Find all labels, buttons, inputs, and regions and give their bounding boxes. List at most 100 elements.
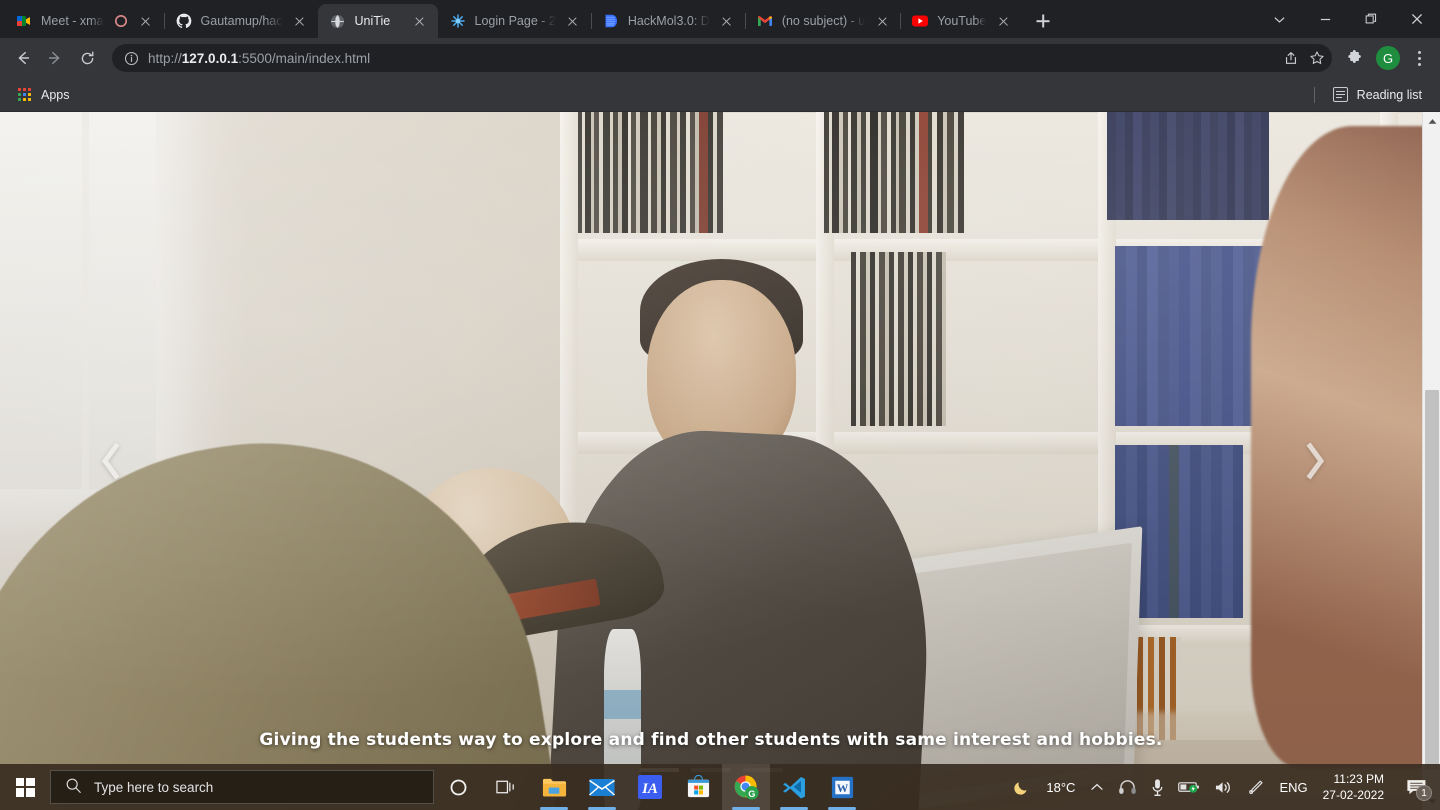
tab-close-button[interactable] xyxy=(412,13,428,29)
cortana-button[interactable] xyxy=(434,764,482,810)
taskbar-app-microsoft-word[interactable]: W xyxy=(818,764,866,810)
browser-tab-login-page[interactable]: Login Page - 2 xyxy=(438,4,592,38)
tab-close-button[interactable] xyxy=(995,13,1011,29)
taskbar-search-placeholder: Type here to search xyxy=(94,779,214,795)
browser-tab-github[interactable]: Gautamup/hac xyxy=(164,4,319,38)
bookmark-star-icon[interactable] xyxy=(1308,49,1326,67)
taskbar-app-file-explorer[interactable] xyxy=(530,764,578,810)
extensions-puzzle-icon[interactable] xyxy=(1340,43,1370,73)
scroll-up-arrow-icon[interactable] xyxy=(1423,112,1440,130)
reading-list-button[interactable]: Reading list xyxy=(1325,84,1430,105)
tab-close-button[interactable] xyxy=(138,13,154,29)
notification-badge: 1 xyxy=(1416,785,1432,801)
taskbar-app-mail[interactable] xyxy=(578,764,626,810)
web-page-content: Giving the students way to explore and f… xyxy=(0,112,1422,810)
back-button[interactable] xyxy=(8,43,38,73)
windows-taskbar: Type here to search IA G W 18°C ENG 11:2… xyxy=(0,764,1440,810)
carousel-next-button[interactable] xyxy=(1292,438,1338,484)
address-bar[interactable]: http://127.0.0.1:5500/main/index.html xyxy=(112,44,1332,72)
notification-center-button[interactable]: 1 xyxy=(1394,764,1438,810)
browser-toolbar: http://127.0.0.1:5500/main/index.html G xyxy=(0,38,1440,78)
record-indicator-icon xyxy=(113,13,129,29)
page-viewport: Giving the students way to explore and f… xyxy=(0,112,1440,810)
minimize-button[interactable] xyxy=(1302,0,1348,38)
forward-button[interactable] xyxy=(40,43,70,73)
start-button[interactable] xyxy=(0,764,50,810)
bookmark-apps[interactable]: Apps xyxy=(10,85,78,105)
bookmarks-bar-right: Reading list xyxy=(1313,84,1430,105)
carousel-prev-button[interactable] xyxy=(88,438,134,484)
svg-text:G: G xyxy=(748,788,755,798)
battery-icon[interactable] xyxy=(1171,764,1207,810)
tab-close-button[interactable] xyxy=(719,13,735,29)
tab-title: UniTie xyxy=(354,14,391,28)
microphone-icon[interactable] xyxy=(1144,764,1171,810)
close-window-button[interactable] xyxy=(1394,0,1440,38)
taskbar-app-google-chrome[interactable]: G xyxy=(722,764,770,810)
search-icon xyxy=(65,777,82,797)
github-icon xyxy=(176,13,192,29)
gmail-icon xyxy=(757,13,773,29)
taskbar-clock[interactable]: 11:23 PM 27-02-2022 xyxy=(1315,764,1394,810)
tab-close-button[interactable] xyxy=(565,13,581,29)
tab-close-button[interactable] xyxy=(874,13,890,29)
browser-tab-meet[interactable]: Meet - xma xyxy=(4,4,165,38)
taskbar-app-ia-writer[interactable]: IA xyxy=(626,764,674,810)
headphones-icon[interactable] xyxy=(1111,764,1144,810)
tab-title: HackMol3.0: D xyxy=(627,14,710,28)
clock-time: 11:23 PM xyxy=(1333,771,1384,786)
reading-list-label: Reading list xyxy=(1356,87,1422,102)
carousel-caption: Giving the students way to explore and f… xyxy=(259,730,1163,750)
windows-logo-icon xyxy=(15,777,35,797)
tab-title: YouTube xyxy=(937,14,987,28)
maximize-restore-button[interactable] xyxy=(1348,0,1394,38)
hero-carousel: Giving the students way to explore and f… xyxy=(0,112,1422,810)
reading-list-icon xyxy=(1332,87,1348,102)
task-view-button[interactable] xyxy=(482,764,530,810)
weather-moon-icon[interactable] xyxy=(1005,764,1038,810)
clock-date: 27-02-2022 xyxy=(1322,788,1384,802)
globe-icon xyxy=(330,13,346,29)
address-bar-url: http://127.0.0.1:5500/main/index.html xyxy=(148,50,371,66)
reload-button[interactable] xyxy=(72,43,102,73)
tab-close-button[interactable] xyxy=(292,13,308,29)
tab-search-chevron-down-icon[interactable] xyxy=(1256,0,1302,38)
browser-tab-hackmol[interactable]: HackMol3.0: D xyxy=(591,4,746,38)
new-tab-button[interactable] xyxy=(1029,7,1057,35)
tab-title: Meet - xma xyxy=(41,14,104,28)
page-scrollbar[interactable] xyxy=(1422,112,1440,810)
browser-menu-icon[interactable] xyxy=(1406,43,1432,73)
apps-grid-icon xyxy=(18,87,32,102)
tab-list: Meet - xma Gautamup/hac UniTie Login Pag… xyxy=(4,0,1057,38)
hero-photo-students-library xyxy=(0,112,1422,810)
browser-window: Meet - xma Gautamup/hac UniTie Login Pag… xyxy=(0,0,1440,810)
tab-title: Gautamup/hac xyxy=(200,14,283,28)
weather-temperature[interactable]: 18°C xyxy=(1038,780,1083,795)
taskbar-search-box[interactable]: Type here to search xyxy=(50,770,434,804)
browser-tab-youtube[interactable]: YouTube xyxy=(900,4,1021,38)
google-meet-icon xyxy=(16,13,32,29)
bookmarks-bar: Apps Reading list xyxy=(0,78,1440,112)
profile-avatar[interactable]: G xyxy=(1376,46,1400,70)
asterisk-icon xyxy=(450,13,466,29)
volume-icon[interactable] xyxy=(1207,764,1240,810)
browser-tab-unitie[interactable]: UniTie xyxy=(317,4,438,38)
language-indicator[interactable]: ENG xyxy=(1272,764,1314,810)
pen-icon[interactable] xyxy=(1240,764,1272,810)
bookmark-label: Apps xyxy=(41,87,70,102)
share-icon[interactable] xyxy=(1282,49,1300,67)
taskbar-app-visual-studio-code[interactable] xyxy=(770,764,818,810)
browser-tab-gmail[interactable]: (no subject) - u xyxy=(745,4,902,38)
chevron-up-icon[interactable] xyxy=(1083,764,1111,810)
divider xyxy=(1313,86,1315,103)
site-info-icon[interactable] xyxy=(122,49,140,67)
scrollbar-thumb[interactable] xyxy=(1425,390,1439,770)
system-tray: 18°C ENG 11:23 PM 27-02-2022 1 xyxy=(1005,764,1440,810)
window-controls xyxy=(1256,0,1440,38)
svg-text:IA: IA xyxy=(641,781,658,797)
devfolio-icon xyxy=(603,13,619,29)
tab-title: (no subject) - u xyxy=(781,14,866,28)
tab-title: Login Page - 2 xyxy=(474,14,556,28)
taskbar-app-microsoft-store[interactable] xyxy=(674,764,722,810)
youtube-icon xyxy=(912,13,929,29)
